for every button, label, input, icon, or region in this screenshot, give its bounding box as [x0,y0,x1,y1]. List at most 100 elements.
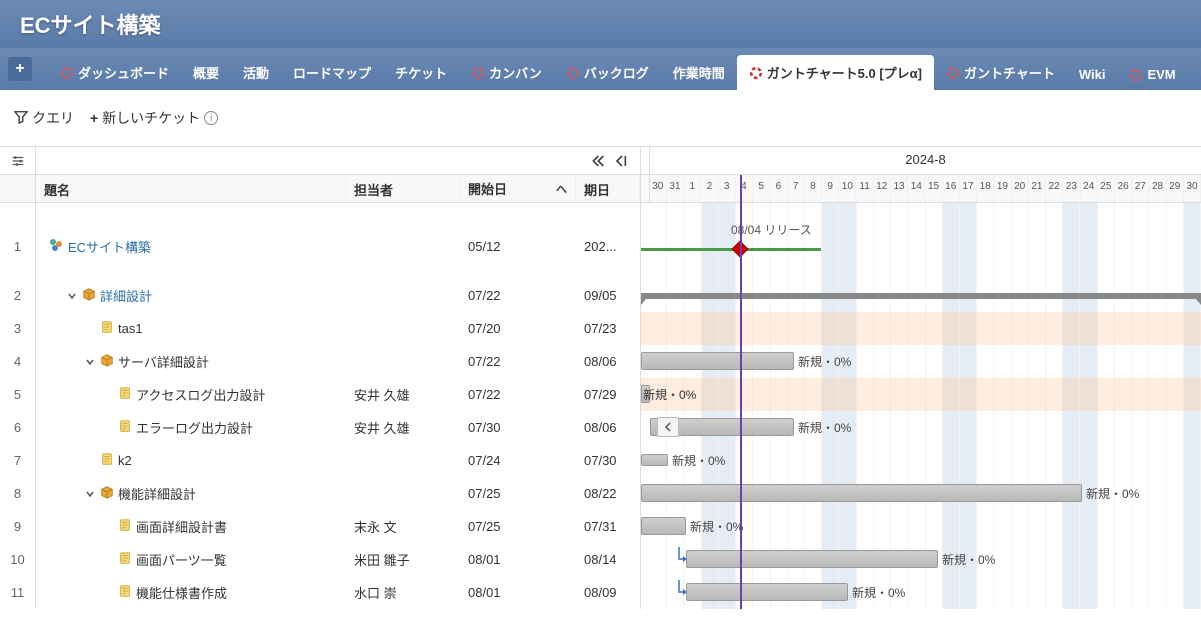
tab-9[interactable]: ガントチャート [934,55,1067,90]
doc-icon [100,452,114,469]
add-button[interactable]: + [8,57,32,81]
gantt-bar[interactable] [641,454,668,466]
task-name-cell: アクセスログ出力設計 [36,385,346,404]
table-row[interactable]: サーバ詳細設計07/2208/06 [36,345,640,378]
new-ticket-button[interactable]: + 新しいチケット i [90,108,218,128]
gantt-chart: 2024-8 303112345678910111213141516171819… [641,147,1201,609]
tab-11[interactable]: EVM [1117,59,1187,90]
day-header: 20 [1012,175,1029,202]
package-icon [82,287,96,304]
row-number: 3 [0,312,35,345]
tab-7[interactable]: 作業時間 [661,55,737,90]
row-number: 9 [0,510,35,543]
start-cell: 07/20 [460,321,576,336]
table-row[interactable]: k207/2407/30 [36,444,640,477]
tab-6[interactable]: バックログ [554,55,661,90]
tab-3[interactable]: ロードマップ [281,55,383,90]
bar-status-label: 新規・0% [852,584,905,601]
chevron-down-icon[interactable] [84,489,96,499]
day-header: 12 [874,175,891,202]
task-name-label: アクセスログ出力設計 [136,385,265,404]
gantt-settings-button[interactable] [0,147,35,175]
bar-status-label: 新規・0% [672,452,725,469]
table-row[interactable]: 詳細設計07/2209/05 [36,279,640,312]
milestone-label: 08/04 リリース [731,221,812,238]
gantt-bar[interactable] [686,550,938,568]
task-name-cell: エラーログ出力設計 [36,418,346,437]
chevron-down-icon[interactable] [84,357,96,367]
sliders-icon [11,154,25,168]
milestone-diamond-icon[interactable] [732,241,749,258]
gantt-bar[interactable] [641,352,794,370]
tab-8[interactable]: ガントチャート5.0 [プレα] [737,55,934,90]
table-row[interactable]: 画面詳細設計書末永 文07/2507/31 [36,510,640,543]
tab-1[interactable]: 概要 [181,55,231,90]
sort-asc-icon: ヘ [556,181,567,197]
table-row[interactable]: アクセスログ出力設計安井 久雄07/2207/29 [36,378,640,411]
start-cell: 05/12 [460,239,576,254]
row-number: 6 [0,411,35,444]
task-name-cell: 画面詳細設計書 [36,517,346,536]
ring-icon [60,66,74,80]
task-name-cell: 画面パーツ一覧 [36,550,346,569]
day-header: 23 [1063,175,1080,202]
task-name-label: 画面詳細設計書 [136,517,227,536]
tab-4[interactable]: チケット [383,55,459,90]
table-row[interactable]: 機能詳細設計07/2508/22 [36,477,640,510]
ring-icon [749,66,763,80]
package-icon [100,485,114,502]
bar-status-label: 新規・0% [798,419,851,436]
day-header: 16 [943,175,960,202]
doc-icon [118,386,132,403]
project-icon [48,237,64,256]
assignee-cell: 安井 久雄 [346,418,460,437]
day-header: 8 [805,175,822,202]
gantt-bar[interactable] [686,583,848,601]
table-row[interactable]: 画面パーツ一覧米田 雛子08/0108/14 [36,543,640,576]
task-name-label: 機能詳細設計 [118,484,196,503]
tab-2[interactable]: 活動 [231,55,281,90]
chevron-down-icon[interactable] [66,291,78,301]
row-number: 8 [0,477,35,510]
main: 1234567891011 題名 担当者 開始日 ヘ 期日 ECサイト構築05/… [0,146,1201,609]
gantt-day-header: 3031123456789101112131415161718192021222… [641,175,1201,203]
project-title: ECサイト構築 [20,8,161,40]
gantt-row: 新規・0% [641,378,1201,411]
tab-10[interactable]: Wiki [1067,59,1118,90]
gantt-bar[interactable] [641,517,686,535]
day-header: 17 [960,175,977,202]
highlight-band [641,378,1201,411]
col-due[interactable]: 期日 [576,175,640,202]
day-header: 21 [1029,175,1046,202]
tab-5[interactable]: カンバン [459,55,554,90]
query-button[interactable]: クエリ [14,108,74,128]
day-header: 29 [1167,175,1184,202]
table-row[interactable]: ECサイト構築05/12202... [36,213,640,279]
row-number: 7 [0,444,35,477]
info-icon[interactable]: i [204,111,218,125]
day-header: 28 [1149,175,1166,202]
gantt-row: 新規・0% [641,411,1201,444]
tab-0[interactable]: ダッシュボード [48,55,181,90]
collapse-single-icon[interactable] [612,154,632,168]
day-header: 11 [856,175,873,202]
scroll-left-button[interactable] [657,417,679,437]
col-start[interactable]: 開始日 ヘ [460,175,576,202]
collapse-left-icon[interactable] [590,154,610,168]
table-header: 題名 担当者 開始日 ヘ 期日 [36,175,640,203]
col-name[interactable]: 題名 [36,175,346,202]
day-header: 14 [908,175,925,202]
table-row[interactable]: 機能仕様書作成水口 崇08/0108/09 [36,576,640,609]
gantt-month-header: 2024-8 [641,147,1201,175]
day-header: 27 [1132,175,1149,202]
table-row[interactable]: tas107/2007/23 [36,312,640,345]
toolbar: クエリ + 新しいチケット i [0,90,1201,146]
day-header: 7 [788,175,805,202]
summary-bar[interactable] [641,293,1201,299]
col-assignee[interactable]: 担当者 [346,175,460,202]
day-header: 6 [770,175,787,202]
row-number: 11 [0,576,35,609]
filter-icon [14,110,28,127]
gantt-bar[interactable] [641,484,1082,502]
table-row[interactable]: エラーログ出力設計安井 久雄07/3008/06 [36,411,640,444]
